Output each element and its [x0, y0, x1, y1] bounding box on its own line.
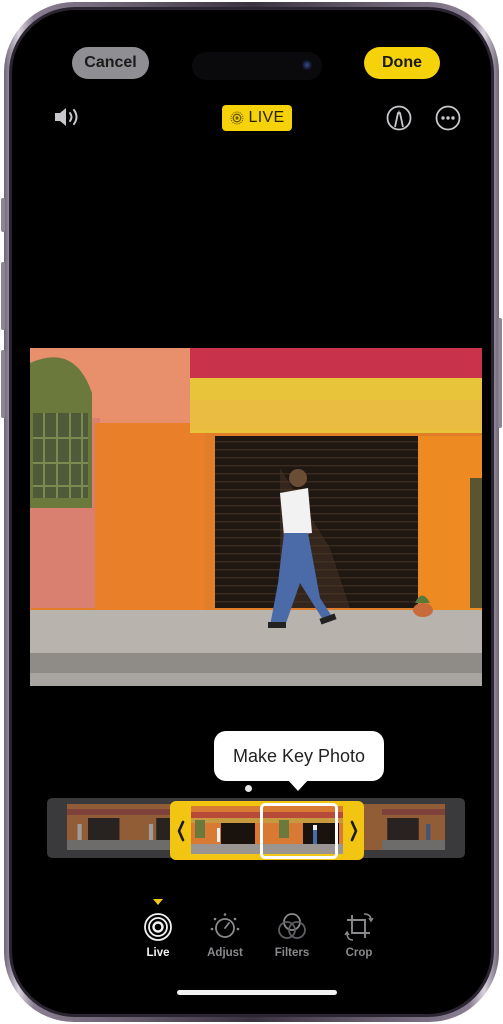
crop-rotate-icon — [344, 913, 374, 941]
cancel-button[interactable]: Cancel — [72, 47, 149, 79]
ellipsis-icon — [435, 105, 461, 131]
done-button[interactable]: Done — [364, 47, 440, 79]
phone-frame: Cancel Done LIVE Make Key Photo Live Adj… — [4, 2, 499, 1022]
make-key-photo-label: Make Key Photo — [232, 745, 366, 766]
side-power-button — [498, 318, 502, 428]
volume-up-button — [1, 262, 5, 330]
current-key-photo-marker — [245, 785, 252, 792]
volume-down-button — [1, 350, 5, 418]
markup-button[interactable] — [385, 104, 413, 132]
tool-live[interactable]: Live — [128, 896, 188, 959]
tool-adjust-label: Adjust — [207, 947, 243, 959]
screen: Cancel Done LIVE Make Key Photo Live Adj… — [12, 10, 491, 1014]
markup-pen-icon — [386, 105, 412, 131]
photo-scene — [30, 348, 482, 686]
selected-frame[interactable] — [260, 803, 338, 859]
live-photo-icon — [230, 111, 244, 125]
adjust-dial-icon — [210, 913, 240, 938]
frame-thumbnail — [382, 804, 445, 850]
frame-thumbnail — [67, 804, 130, 850]
tool-filters-label: Filters — [274, 947, 310, 959]
sound-toggle-button[interactable] — [52, 103, 84, 131]
edit-toolbar: Live Adjust Filters Crop — [12, 896, 491, 966]
live-photo-preview[interactable] — [30, 348, 482, 686]
action-button — [1, 198, 5, 232]
filters-icon — [278, 913, 306, 939]
trim-handle-right[interactable] — [343, 801, 364, 860]
tool-crop-label: Crop — [345, 947, 373, 959]
chevron-left-icon — [177, 820, 184, 841]
speaker-icon — [55, 108, 78, 126]
more-options-button[interactable] — [434, 104, 462, 132]
phone-bezel: Cancel Done LIVE Make Key Photo Live Adj… — [9, 7, 494, 1017]
tool-filters[interactable]: Filters — [262, 896, 322, 959]
trim-handle-left[interactable] — [170, 801, 191, 860]
tooltip-arrow — [287, 779, 309, 791]
front-camera — [302, 60, 312, 70]
tool-live-label: Live — [146, 947, 170, 959]
tool-adjust[interactable]: Adjust — [195, 896, 255, 959]
home-indicator[interactable] — [177, 990, 337, 995]
live-badge-label: LIVE — [248, 109, 285, 126]
live-toggle-badge[interactable]: LIVE — [222, 105, 292, 131]
make-key-photo-button[interactable]: Make Key Photo — [214, 731, 384, 781]
live-photo-icon — [144, 913, 172, 941]
chevron-right-icon — [350, 820, 357, 841]
tool-crop[interactable]: Crop — [329, 896, 389, 959]
